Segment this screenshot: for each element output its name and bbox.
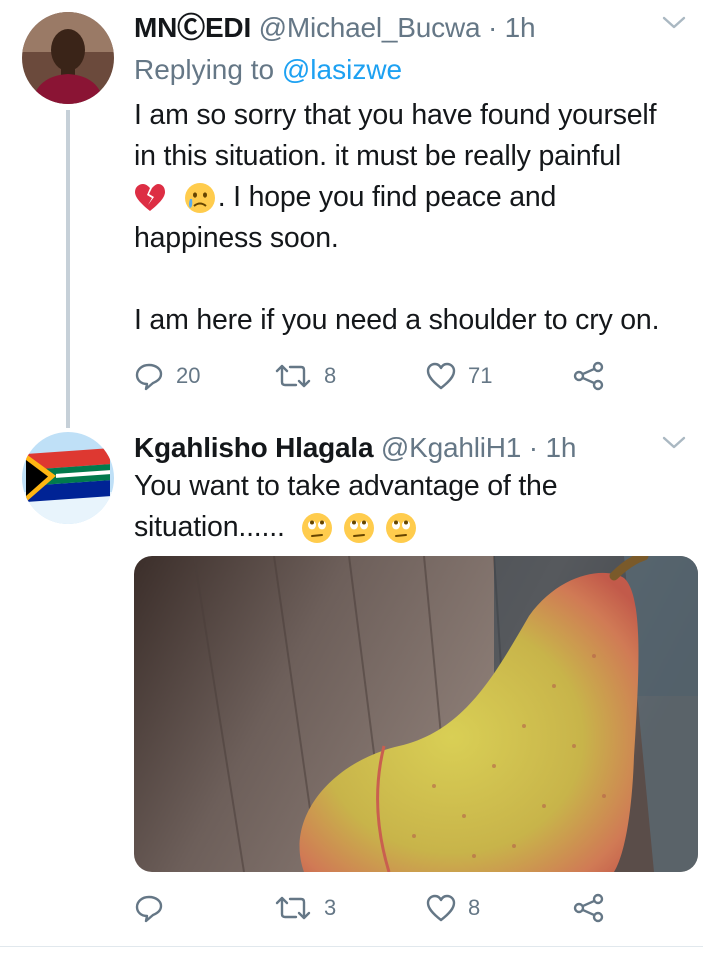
handle[interactable]: @KgahliH1 <box>381 432 521 463</box>
tweet-header: Kgahlisho Hlagala @KgahliH1 · 1h <box>134 430 576 466</box>
text-line: . I hope you find peace and <box>217 181 557 213</box>
display-name[interactable]: MNⒸEDI <box>134 12 251 43</box>
text-line-emoji: . I hope you find peace and <box>134 177 659 218</box>
reply-icon <box>135 895 163 923</box>
retweet-icon <box>275 896 311 920</box>
text-line: You want to take advantage of the <box>134 470 558 502</box>
share-icon <box>573 361 604 391</box>
like-count: 8 <box>468 895 481 920</box>
replying-to: Replying to @lasizwe <box>134 52 402 88</box>
reply-icon <box>135 363 163 391</box>
display-name[interactable]: Kgahlisho Hlagala <box>134 432 374 463</box>
reply-button[interactable]: 20 <box>134 356 200 396</box>
chevron-down-icon[interactable] <box>661 14 687 32</box>
text-line-emoji: situation...... <box>134 507 557 548</box>
text-line: in this situation. it must be really pai… <box>134 140 622 172</box>
action-bar: 20 8 71 <box>134 356 654 396</box>
replying-handle[interactable]: @lasizwe <box>282 54 402 85</box>
action-bar: 3 8 <box>134 888 654 928</box>
tweet-media-image[interactable] <box>134 556 698 872</box>
crying-face-icon <box>184 183 215 214</box>
rolling-eyes-icon <box>344 513 375 544</box>
share-icon <box>573 893 604 923</box>
text-line: I am here if you need a shoulder to cry … <box>134 304 660 336</box>
share-button[interactable] <box>572 356 606 396</box>
tweet-text: I am so sorry that you have found yourse… <box>134 95 659 341</box>
tweet-header: MNⒸEDI @Michael_Bucwa · 1h <box>134 10 536 46</box>
timestamp[interactable]: · 1h <box>529 432 577 463</box>
text-line: happiness soon. <box>134 222 339 254</box>
heart-icon <box>426 362 456 390</box>
text-line: situation...... <box>134 511 285 543</box>
retweet-button[interactable]: 3 <box>274 888 336 928</box>
chevron-down-icon[interactable] <box>661 434 687 452</box>
tweet-text: You want to take advantage of the situat… <box>134 466 558 548</box>
tweet-michael[interactable]: MNⒸEDI @Michael_Bucwa · 1h Replying to @… <box>0 0 703 428</box>
avatar-michael[interactable] <box>22 12 114 104</box>
avatar-kgahlisho[interactable] <box>22 432 114 524</box>
thread-line <box>66 110 70 428</box>
replying-prefix: Replying to <box>134 54 275 85</box>
reply-button[interactable] <box>134 888 176 928</box>
retweet-button[interactable]: 8 <box>274 356 336 396</box>
retweet-count: 3 <box>324 895 337 920</box>
retweet-count: 8 <box>324 363 337 388</box>
share-button[interactable] <box>572 888 606 928</box>
rolling-eyes-icon <box>385 513 416 544</box>
text-line: I am so sorry that you have found yourse… <box>134 99 657 131</box>
like-button[interactable]: 8 <box>426 888 480 928</box>
handle[interactable]: @Michael_Bucwa <box>259 12 481 43</box>
heart-icon <box>426 894 456 922</box>
timestamp[interactable]: · 1h <box>488 12 536 43</box>
broken-heart-icon <box>135 184 165 212</box>
like-count: 71 <box>468 363 493 388</box>
reply-count: 20 <box>176 363 201 388</box>
rolling-eyes-icon <box>302 513 333 544</box>
pear-photo <box>134 556 698 872</box>
retweet-icon <box>275 364 311 388</box>
like-button[interactable]: 71 <box>426 356 492 396</box>
tweet-divider <box>0 946 703 947</box>
